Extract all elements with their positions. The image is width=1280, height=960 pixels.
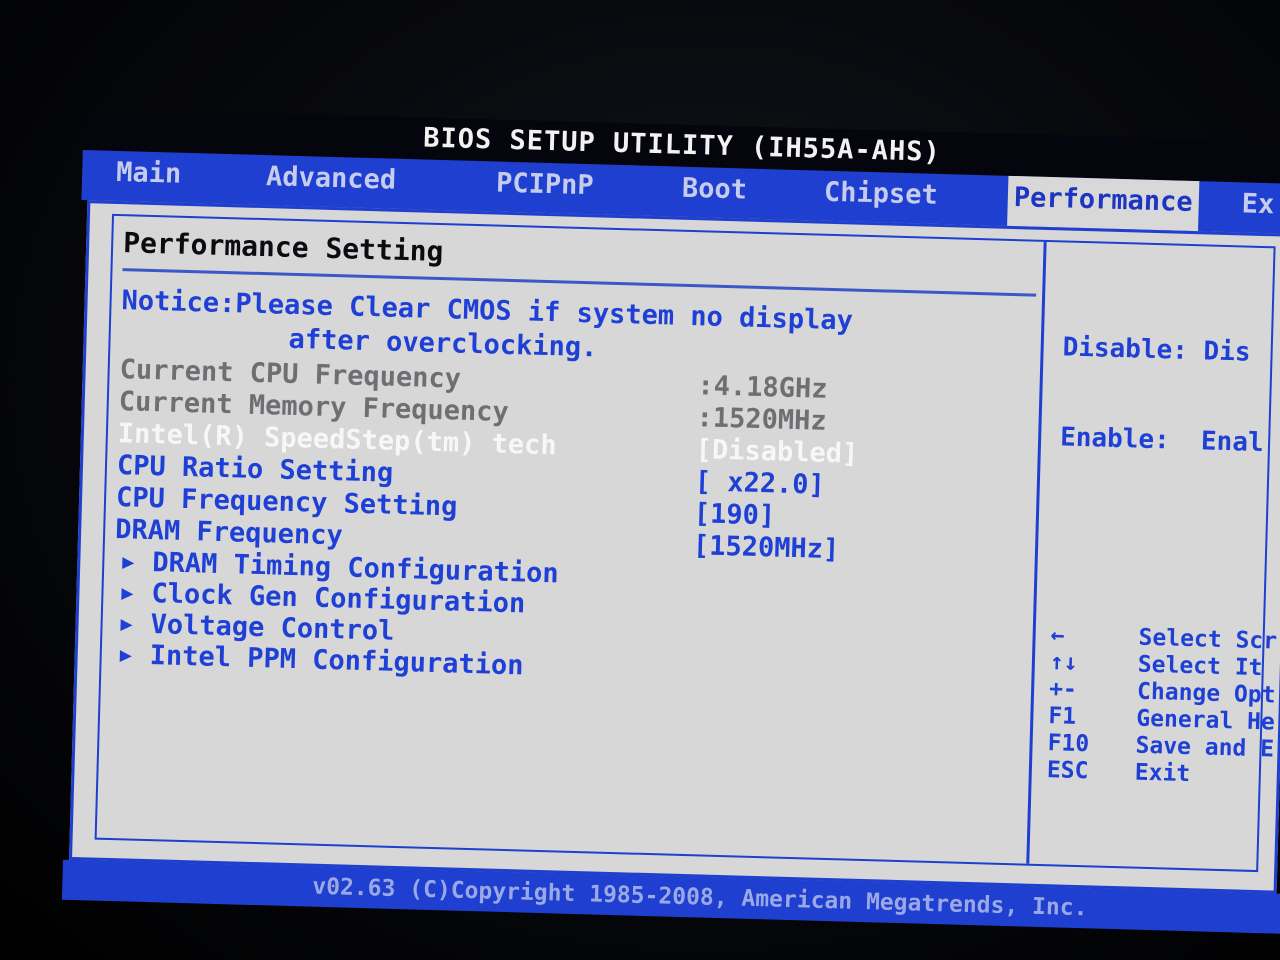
menu-tab-main[interactable]: Main [115, 151, 182, 203]
setting-row-memory-frequency: Current Memory Frequency :1520MHz [118, 386, 827, 437]
setting-value[interactable]: [190] [693, 498, 775, 532]
setting-row-dram-frequency[interactable]: DRAM Frequency [1520MHz] [115, 514, 840, 565]
setting-row-cpu-frequency-setting[interactable]: CPU Frequency Setting [190] [116, 482, 776, 531]
panel-frame: Performance Setting Notice:Please Clear … [94, 213, 1278, 873]
setting-value[interactable]: [Disabled] [695, 434, 858, 471]
key-description: General He [1135, 705, 1276, 736]
section-title: Performance Setting [122, 226, 444, 269]
setting-value[interactable]: [ x22.0] [694, 466, 825, 502]
key-description: Select Scr [1138, 624, 1278, 655]
menu-tab-exit[interactable]: Ex [1241, 182, 1275, 233]
setting-row-cpu-frequency: Current CPU Frequency :4.18GHz [119, 354, 828, 405]
key-label: ↑↓ [1049, 649, 1078, 676]
submenu-label: Intel PPM Configuration [149, 640, 524, 682]
key-legend: ← Select Scr ↑↓ Select It +- Change Opt F1 G… [1046, 622, 1278, 787]
setting-row-speedstep[interactable]: Intel(R) SpeedStep(tm) tech [Disabled] [117, 418, 858, 470]
help-text: Disable: Dis Enable: Enal [1058, 272, 1268, 518]
key-label: +- [1048, 676, 1078, 703]
key-legend-row: ↑↓ Select It [1050, 649, 1263, 681]
key-legend-row: ESC Exit [1046, 757, 1191, 787]
menu-tab-performance[interactable]: Performance [1007, 175, 1200, 232]
key-label: ← [1050, 622, 1065, 649]
triangle-right-icon: ▶ [119, 642, 133, 667]
key-legend-row: F1 General He [1048, 703, 1275, 735]
key-label: F1 [1048, 703, 1077, 730]
key-label: ESC [1046, 757, 1089, 785]
menu-tab-chipset[interactable]: Chipset [823, 171, 939, 224]
key-description: Exit [1134, 759, 1191, 788]
key-description: Change Opt [1136, 678, 1276, 709]
help-line-1: Disable: Dis [1062, 332, 1251, 368]
setting-row-cpu-ratio[interactable]: CPU Ratio Setting [ x22.0] [117, 450, 826, 501]
key-legend-row: F10 Save and E [1047, 730, 1274, 762]
setting-value[interactable]: [1520MHz] [693, 530, 840, 566]
menu-tab-advanced[interactable]: Advanced [265, 155, 397, 209]
bios-screen: BIOS SETUP UTILITY (IH55A-AHS) Main Adva… [61, 108, 1280, 942]
menu-tab-pcipnp[interactable]: PCIPnP [495, 162, 594, 215]
key-description: Save and E [1135, 732, 1275, 763]
setting-value: :4.18GHz [697, 370, 828, 405]
key-legend-row: +- Change Opt [1049, 676, 1276, 708]
setting-value: :1520MHz [696, 402, 828, 437]
key-label: F10 [1047, 730, 1090, 758]
triangle-right-icon: ▶ [122, 549, 135, 574]
main-panel: Performance Setting Notice:Please Clear … [69, 200, 1280, 894]
submenu-intel-ppm[interactable]: ▶ Intel PPM Configuration [119, 639, 524, 681]
key-legend-row: ← Select Scr [1050, 622, 1277, 654]
triangle-right-icon: ▶ [120, 611, 134, 636]
help-divider [1026, 241, 1047, 864]
triangle-right-icon: ▶ [121, 580, 134, 605]
menu-tab-boot[interactable]: Boot [681, 167, 748, 219]
help-line-2: Enable: Enal [1059, 422, 1265, 459]
key-description: Select It [1137, 651, 1263, 682]
